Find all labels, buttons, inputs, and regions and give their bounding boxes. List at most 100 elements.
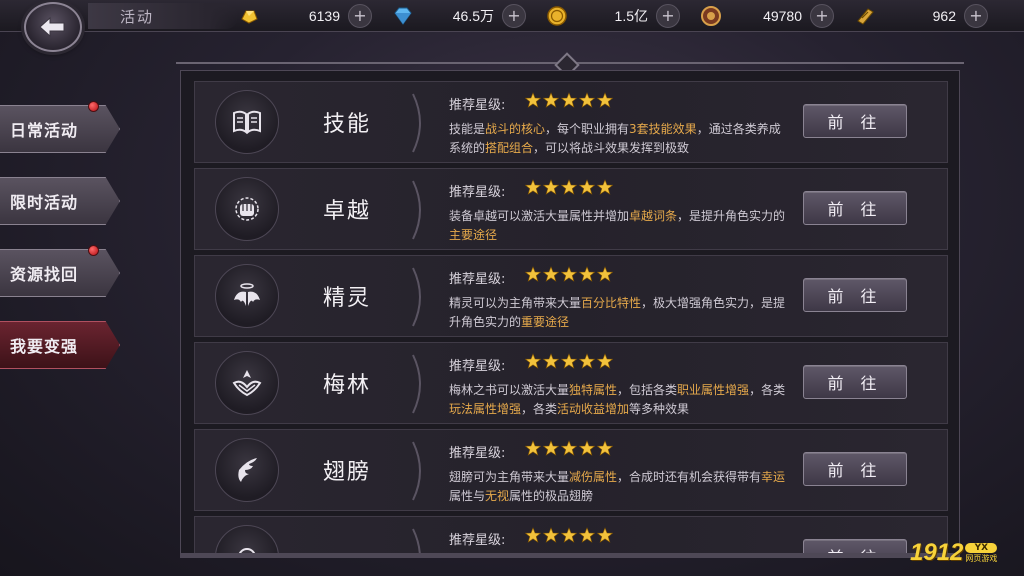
star-icon	[579, 440, 595, 456]
back-button[interactable]	[24, 2, 82, 52]
add-gold-coin-button[interactable]: +	[656, 4, 680, 28]
star-icon	[597, 440, 613, 456]
star-icon	[597, 353, 613, 369]
notification-badge	[88, 101, 99, 112]
row-divider-ornament	[411, 179, 431, 241]
go-button[interactable]: 前 往	[803, 539, 907, 553]
gold-coin-icon	[546, 5, 568, 27]
row-description: 精灵可以为主角带来大量百分比特性，极大增强角色实力，是提升角色实力的重要途径	[449, 294, 789, 332]
star-icon	[561, 440, 577, 456]
partial-icon	[215, 525, 279, 553]
crown-crest-icon	[215, 351, 279, 415]
resource-value: 49780	[763, 8, 802, 24]
highlight-text: 减伤属性	[569, 470, 618, 484]
description-text: ，是提升角色实力的	[677, 209, 786, 223]
star-icon	[525, 92, 541, 108]
back-arrow-icon	[39, 16, 65, 38]
highlight-text: 职业属性增强	[677, 383, 750, 397]
star-rating	[525, 179, 613, 195]
sidebar-item-daily[interactable]: 日常活动	[0, 105, 120, 153]
star-rating	[525, 266, 613, 282]
watermark-badge: YX	[965, 542, 998, 553]
description-text: ，各类	[521, 402, 558, 416]
description-text: 属性的极品翅膀	[509, 489, 594, 503]
recommend-rating-label: 推荐星级:	[449, 359, 506, 374]
star-icon	[579, 266, 595, 282]
star-icon	[561, 527, 577, 543]
sidebar-item-label: 我要变强	[10, 337, 79, 356]
highlight-text: 战斗的核心	[485, 122, 546, 136]
highlight-text: 搭配组合	[485, 141, 534, 155]
resource-value: 1.5亿	[614, 8, 648, 24]
watermark-subtitle: 网页游戏	[965, 553, 998, 563]
description-text: ，包括各类	[617, 383, 678, 397]
notification-badge	[88, 245, 99, 256]
row-title: 翅膀	[322, 460, 371, 485]
star-icon	[543, 266, 559, 282]
add-diamond-button[interactable]: +	[502, 4, 526, 28]
resource-scroll-token: 962 +	[854, 3, 988, 29]
add-gold-ingot-button[interactable]: +	[348, 4, 372, 28]
strengthen-row: 卓越 推荐星级: 装备卓越可以激活大量属性并增加卓越词条，是提升角色实力的主要途径前…	[194, 168, 948, 250]
recommend-rating-label: 推荐星级:	[449, 272, 506, 287]
star-icon	[543, 92, 559, 108]
star-rating	[525, 353, 613, 369]
strengthen-row: 推荐星级: 前 往	[194, 516, 948, 553]
go-button[interactable]: 前 往	[803, 278, 907, 312]
highlight-text: 独特属性	[569, 383, 618, 397]
star-icon	[579, 353, 595, 369]
highlight-text: 玩法属性增强	[449, 402, 522, 416]
sidebar-item-label: 日常活动	[10, 121, 79, 140]
star-icon	[579, 527, 595, 543]
gold-ingot-icon	[238, 5, 260, 27]
description-text: 装备卓越可以激活大量属性并增加	[449, 209, 630, 223]
row-description: 技能是战斗的核心，每个职业拥有3套技能效果，通过各类养成系统的搭配组合，可以将战…	[449, 120, 789, 158]
star-icon	[597, 179, 613, 195]
star-icon	[543, 527, 559, 543]
star-icon	[597, 527, 613, 543]
resource-diamond: 46.5万 +	[392, 3, 526, 29]
go-button[interactable]: 前 往	[803, 191, 907, 225]
sidebar-item-recovery[interactable]: 资源找回	[0, 249, 120, 297]
go-button[interactable]: 前 往	[803, 104, 907, 138]
description-text: 属性与	[449, 489, 486, 503]
sidebar-item-strengthen[interactable]: 我要变强	[0, 321, 120, 369]
watermark-side: YX 网页游戏	[965, 542, 998, 564]
panel-bottom-border	[180, 554, 960, 558]
row-divider-ornament	[411, 266, 431, 328]
highlight-text: 活动收益增加	[557, 402, 630, 416]
row-title: 卓越	[322, 199, 371, 224]
sidebar-item-label: 限时活动	[10, 193, 79, 212]
description-text: 精灵可以为主角带来大量	[449, 296, 582, 310]
highlight-text: 主要途径	[449, 228, 498, 242]
sidebar-item-limited[interactable]: 限时活动	[0, 177, 120, 225]
row-description: 装备卓越可以激活大量属性并增加卓越词条，是提升角色实力的主要途径	[449, 207, 789, 245]
description-text: ，合成时还有机会获得带有	[617, 470, 762, 484]
star-rating	[525, 92, 613, 108]
description-text: ，可以将战斗效果发挥到极致	[533, 141, 690, 155]
star-icon	[543, 440, 559, 456]
resource-medal: 49780 +	[700, 3, 834, 29]
resource-value: 6139	[308, 8, 340, 24]
strengthen-list-panel[interactable]: 技能 推荐星级: 技能是战斗的核心，每个职业拥有3套技能效果，通过各类养成系统的搭配…	[180, 70, 960, 554]
strengthen-row: 梅林 推荐星级: 梅林之书可以激活大量独特属性，包括各类职业属性增强，各类玩法属性增…	[194, 342, 948, 424]
star-icon	[543, 179, 559, 195]
go-button[interactable]: 前 往	[803, 452, 907, 486]
star-icon	[543, 353, 559, 369]
star-icon	[561, 92, 577, 108]
row-divider-ornament	[411, 440, 431, 502]
recommend-rating-label: 推荐星级:	[449, 446, 506, 461]
add-medal-button[interactable]: +	[810, 4, 834, 28]
star-icon	[525, 440, 541, 456]
description-text: 等多种效果	[629, 402, 690, 416]
go-button[interactable]: 前 往	[803, 365, 907, 399]
star-icon	[525, 527, 541, 543]
star-icon	[597, 266, 613, 282]
add-scroll-token-button[interactable]: +	[964, 4, 988, 28]
highlight-text: 3套技能效果	[629, 122, 697, 136]
row-description: 梅林之书可以激活大量独特属性，包括各类职业属性增强，各类玩法属性增强，各类活动收…	[449, 381, 789, 419]
resource-value: 962	[932, 8, 956, 24]
star-icon	[525, 353, 541, 369]
star-rating	[525, 440, 613, 456]
strengthen-row: 精灵 推荐星级: 精灵可以为主角带来大量百分比特性，极大增强角色实力，是提升角色实力…	[194, 255, 948, 337]
